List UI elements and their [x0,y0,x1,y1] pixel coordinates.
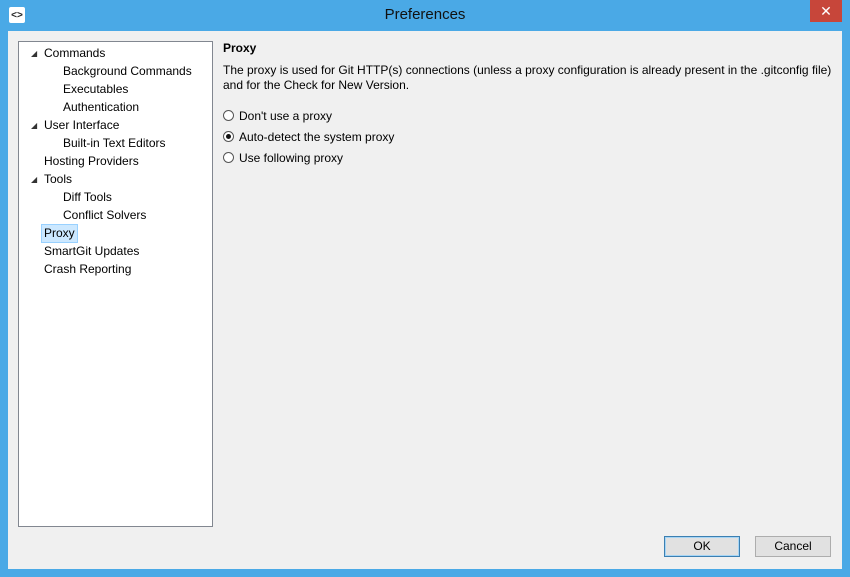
tree-item-label: Conflict Solvers [63,208,147,222]
tree-item-label: User Interface [44,118,120,132]
radio-button[interactable] [223,152,234,163]
tree-item-label: Crash Reporting [44,262,132,276]
tree-item-label: SmartGit Updates [44,244,140,258]
tree-item-label: Authentication [63,100,140,114]
tree-item-label: Background Commands [63,64,192,78]
expand-toggle-icon[interactable]: ◢ [31,121,40,130]
tree-item-label: Hosting Providers [44,154,139,168]
preferences-window: <> Preferences ✕ ◢ Commands Background C… [0,0,850,577]
section-description: The proxy is used for Git HTTP(s) connec… [223,63,832,92]
radio-label: Auto-detect the system proxy [239,130,395,144]
radio-button[interactable] [223,131,234,142]
radio-button[interactable] [223,110,234,121]
ok-button[interactable]: OK [664,536,740,557]
expand-toggle-icon[interactable]: ◢ [31,49,40,58]
dialog-body: ◢ Commands Background Commands Executabl… [8,31,842,569]
expand-toggle-icon[interactable]: ◢ [31,175,40,184]
window-title: Preferences [384,6,466,23]
preferences-tree[interactable]: ◢ Commands Background Commands Executabl… [18,41,213,527]
tree-item-label: Tools [44,172,73,186]
title-bar[interactable]: <> Preferences ✕ [0,0,850,31]
close-icon: ✕ [820,2,832,19]
tree-item-label: Built-in Text Editors [63,136,166,150]
tree-item-label: Executables [63,82,129,96]
tree-item-label: Proxy [41,224,78,243]
tree-item-label: Commands [44,46,106,60]
tree-item-label: Diff Tools [63,190,112,204]
cancel-button[interactable]: Cancel [755,536,831,557]
radio-label: Don't use a proxy [239,109,333,123]
radio-label: Use following proxy [239,151,344,165]
close-button[interactable]: ✕ [810,0,842,22]
section-title: Proxy [223,41,257,55]
